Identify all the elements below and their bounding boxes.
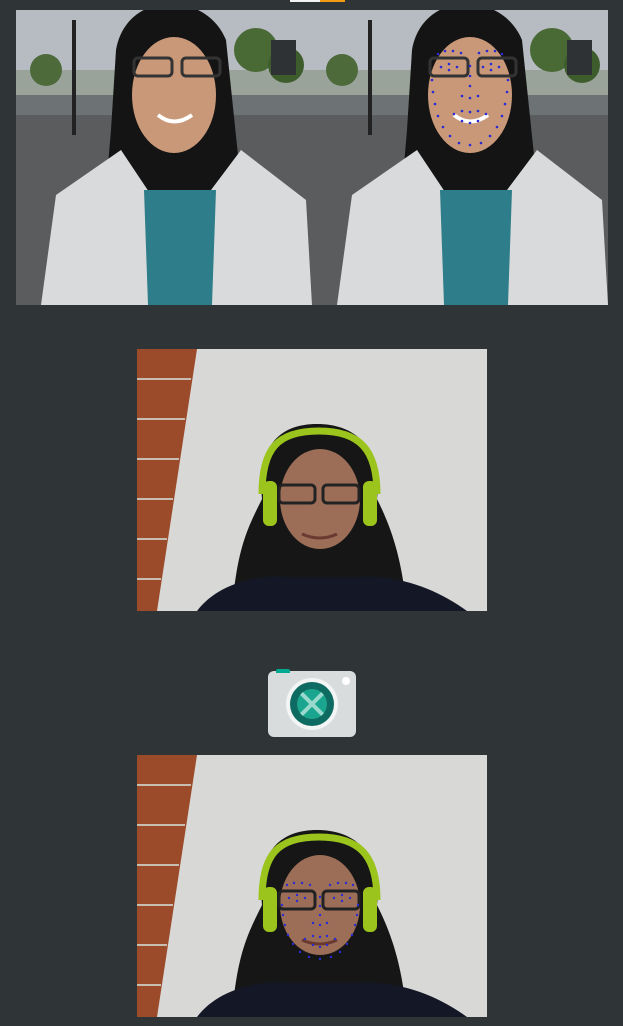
annotated-photo [312,10,608,305]
webcam-annotated [137,755,487,1017]
top-strip [290,0,345,2]
camera-flash-icon [342,677,350,685]
camera-button[interactable] [268,669,356,737]
camera-icon [286,678,338,730]
camera-tab-accent [276,669,290,673]
original-photo [16,10,312,305]
camera-lens-icon [290,682,334,726]
camera-aperture-icon [297,689,327,719]
webcam-capture [137,349,487,611]
